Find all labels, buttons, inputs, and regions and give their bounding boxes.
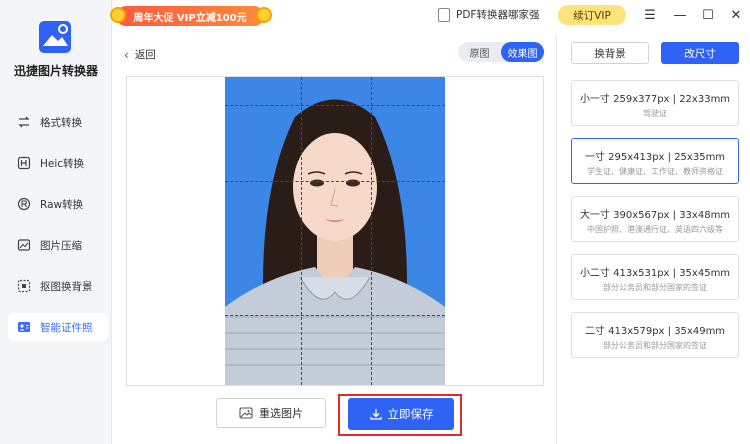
renew-vip-button[interactable]: 续订VIP [558, 5, 626, 25]
image-icon [239, 406, 253, 420]
chevron-left-icon: ‹ [124, 47, 129, 62]
heic-icon [16, 155, 32, 171]
pdf-icon [438, 7, 450, 22]
size-desc: 驾驶证 [643, 109, 667, 118]
sidebar-item-label: 格式转换 [40, 116, 82, 129]
sidebar-item-label: 智能证件照 [40, 321, 93, 334]
raw-icon [16, 196, 32, 212]
sidebar-item-format[interactable]: 格式转换 [8, 108, 108, 136]
size-desc: 部分公务员和部分国家的签证 [603, 283, 707, 292]
sidebar-item-label: Heic转换 [40, 157, 85, 170]
guide-line [371, 77, 372, 385]
sidebar-item-label: Raw转换 [40, 198, 84, 211]
pdf-promo-link[interactable]: PDF转换器哪家强 [438, 7, 539, 22]
sidebar: 迅捷图片转换器 格式转换 Heic转换 Raw转换 图片压缩 抠图换背景 智能证… [0, 0, 112, 444]
sidebar-item-raw[interactable]: Raw转换 [8, 190, 108, 218]
view-toggle: 原图 效果图 [458, 42, 544, 62]
sidebar-item-compress[interactable]: 图片压缩 [8, 231, 108, 259]
sidebar-item-id-photo[interactable]: 智能证件照 [8, 313, 108, 341]
swap-icon [16, 114, 32, 130]
preview-canvas [126, 76, 544, 386]
save-button[interactable]: 立即保存 [348, 398, 454, 430]
sidebar-item-label: 抠图换背景 [40, 280, 93, 293]
guide-line [225, 105, 445, 106]
reselect-image-button[interactable]: 重选图片 [216, 398, 326, 428]
size-option[interactable]: 小二寸 413x531px | 35x45mm 部分公务员和部分国家的签证 [571, 254, 739, 300]
change-background-button[interactable]: 换背景 [571, 42, 649, 64]
size-option[interactable]: 二寸 413x579px | 35x49mm 部分公务员和部分国家的签证 [571, 312, 739, 358]
size-title: 小二寸 413x531px | 35x45mm [579, 268, 731, 279]
back-label: 返回 [134, 49, 156, 61]
id-photo-icon [16, 319, 32, 335]
size-title: 小一寸 259x377px | 22x33mm [579, 94, 731, 105]
close-icon[interactable]: ✕ [726, 5, 746, 25]
size-desc: 中国护照、港澳通行证、英语四六级等 [587, 225, 723, 234]
save-label: 立即保存 [387, 407, 434, 421]
reselect-label: 重选图片 [259, 407, 303, 420]
size-desc: 部分公务员和部分国家的签证 [603, 341, 707, 350]
tab-original[interactable]: 原图 [458, 42, 501, 62]
portrait-image [225, 99, 445, 385]
right-panel: 换背景 改尺寸 小一寸 259x377px | 22x33mm 驾驶证 一寸 2… [556, 36, 750, 444]
download-icon [369, 407, 383, 421]
cutout-icon [16, 278, 32, 294]
sidebar-item-label: 图片压缩 [40, 239, 82, 252]
app-logo-icon [38, 20, 72, 54]
tab-effect[interactable]: 效果图 [501, 42, 544, 62]
maximize-icon[interactable]: ☐ [698, 5, 718, 25]
app-brand: 迅捷图片转换器 [13, 64, 98, 78]
size-title: 一寸 295x413px | 25x35mm [584, 152, 726, 163]
id-photo-preview [225, 77, 445, 385]
size-option[interactable]: 大一寸 390x567px | 33x48mm 中国护照、港澳通行证、英语四六级… [571, 196, 739, 242]
pdf-promo-label: PDF转换器哪家强 [456, 9, 540, 21]
minimize-icon[interactable]: — [670, 5, 690, 25]
sidebar-item-heic[interactable]: Heic转换 [8, 149, 108, 177]
size-option[interactable]: 小一寸 259x377px | 22x33mm 驾驶证 [571, 80, 739, 126]
compress-icon [16, 237, 32, 253]
guide-line [225, 181, 445, 182]
change-size-button[interactable]: 改尺寸 [661, 42, 739, 64]
size-desc: 学生证、健康证、工作证、教师资格证 [587, 167, 723, 176]
sidebar-item-cutout[interactable]: 抠图换背景 [8, 272, 108, 300]
guide-line [301, 77, 302, 385]
menu-icon[interactable]: ☰ [640, 5, 660, 25]
sidebar-nav: 格式转换 Heic转换 Raw转换 图片压缩 抠图换背景 智能证件照 [8, 108, 108, 354]
promo-banner[interactable]: 周年大促 VIP立减100元 [116, 6, 264, 26]
size-title: 二寸 413x579px | 35x49mm [584, 326, 726, 337]
back-button[interactable]: ‹ 返回 [124, 47, 156, 62]
guide-line [225, 315, 445, 316]
size-option-selected[interactable]: 一寸 295x413px | 25x35mm 学生证、健康证、工作证、教师资格证 [571, 138, 739, 184]
size-title: 大一寸 390x567px | 33x48mm [579, 210, 731, 221]
coin-icon [110, 7, 126, 23]
coin-icon [256, 7, 272, 23]
